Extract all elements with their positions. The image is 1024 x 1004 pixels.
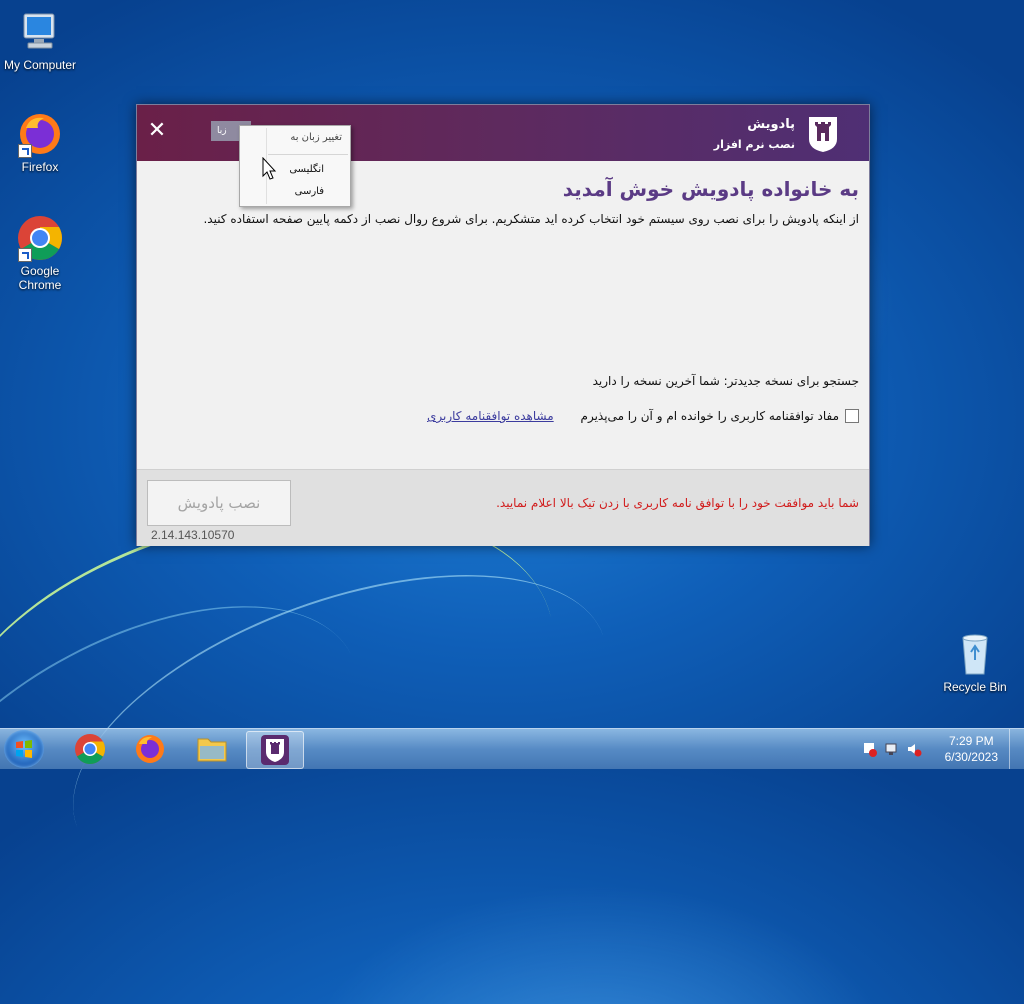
version-label: 2.14.143.10570 [151,528,235,542]
shortcut-arrow-icon [18,248,32,262]
desktop-icon-label: Recycle Bin [943,680,1007,694]
desktop-icon-firefox[interactable]: Firefox [0,110,80,174]
welcome-title: به خانواده پادویش خوش آمدید [562,177,859,201]
agree-row: مفاد توافقنامه کاربری را خوانده ام و آن … [581,409,859,423]
close-button[interactable]: ✕ [147,118,167,143]
language-menu: تغییر زبان به انگلیسی فارسی [239,125,351,207]
language-option-persian[interactable]: فارسی [295,186,324,197]
close-icon: ✕ [147,118,167,143]
desktop-icon-chrome[interactable]: Google Chrome [0,214,80,292]
desktop-icon-my-computer[interactable]: My Computer [0,8,80,72]
shortcut-arrow-icon [18,144,32,158]
desktop-icon-recycle-bin[interactable]: Recycle Bin [935,630,1015,694]
eula-link[interactable]: مشاهده توافقنامه کاربری [427,409,554,423]
clock-time: 7:29 PM [948,734,994,748]
padvish-icon [261,735,289,765]
windows-logo-icon [16,740,32,758]
folder-icon [197,738,227,762]
desktop-icon-label: Firefox [21,160,59,174]
start-button[interactable] [4,730,44,768]
brand-name: پادویش [747,117,795,132]
install-button[interactable]: نصب پادویش [147,480,291,526]
volume-muted-icon [908,744,922,757]
castle-icon [809,117,837,152]
action-center-flag-icon [864,743,877,757]
agree-checkbox[interactable] [845,409,859,423]
network-icon [885,743,897,755]
language-menu-header: تغییر زبان به [290,132,342,143]
tray-icons [864,743,922,757]
taskbar: 7:29 PM 6/30/2023 [0,728,1024,769]
firefox-icon [16,110,64,158]
show-desktop-button[interactable] [1009,729,1024,769]
brand-subtitle: نصب نرم افزار [713,138,795,151]
update-status: جستجو برای نسخه جدیدتر: شما آخرین نسخه ر… [592,374,859,388]
taskbar-explorer[interactable] [184,731,240,767]
taskbar-padvish[interactable] [246,731,304,769]
mouse-cursor-icon [262,157,277,180]
padvish-logo: پادویش نصب نرم افزار [714,113,841,157]
agree-label: مفاد توافقنامه کاربری را خوانده ام و آن … [580,409,839,423]
taskbar-chrome[interactable] [62,731,118,767]
taskbar-firefox[interactable] [122,731,178,767]
language-option-english[interactable]: انگلیسی [289,164,324,175]
clock-date: 6/30/2023 [944,750,998,764]
intro-text: از اینکه پادویش را برای نصب روی سیستم خو… [203,212,859,226]
system-tray: 7:29 PM 6/30/2023 [854,729,1024,769]
recycle-bin-icon [951,630,999,678]
chrome-icon [75,734,106,765]
clock[interactable]: 7:29 PM 6/30/2023 [945,733,998,765]
menu-separator [268,154,348,155]
firefox-icon [136,735,164,763]
installer-footer: نصب پادویش شما باید موافقت خود را با توا… [137,469,869,546]
computer-icon [16,8,64,56]
chrome-icon [16,214,64,262]
desktop-icon-label: My Computer [3,58,77,72]
desktop-icon-label: Google Chrome [18,264,62,292]
agreement-warning: شما باید موافقت خود را با توافق نامه کار… [496,496,859,510]
